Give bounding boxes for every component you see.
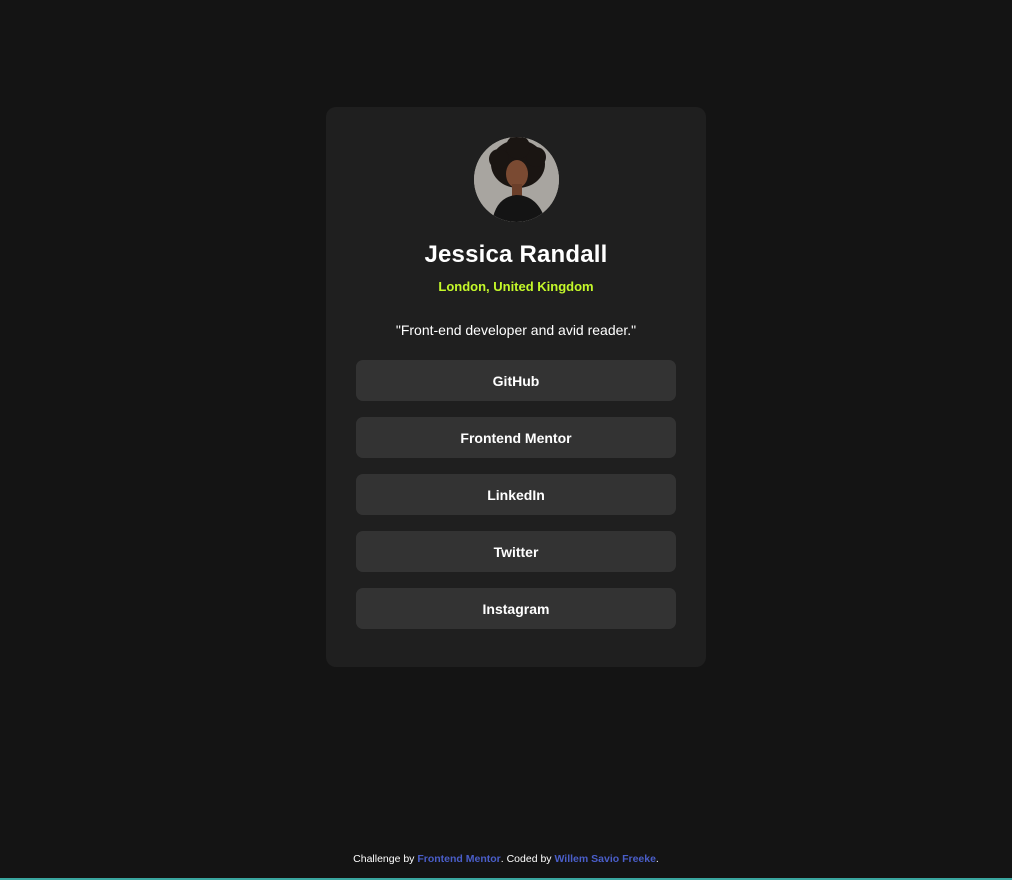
frontend-mentor-credit-link[interactable]: Frontend Mentor xyxy=(417,853,500,865)
social-links: GitHub Frontend Mentor LinkedIn Twitter … xyxy=(356,360,676,645)
linkedin-link-button[interactable]: LinkedIn xyxy=(356,474,676,515)
attribution-middle: . Coded by xyxy=(500,853,555,865)
twitter-link-button[interactable]: Twitter xyxy=(356,531,676,572)
attribution-prefix: Challenge by xyxy=(353,853,418,865)
instagram-link-button[interactable]: Instagram xyxy=(356,588,676,629)
avatar-image xyxy=(474,137,559,222)
avatar xyxy=(474,137,559,222)
github-link-button[interactable]: GitHub xyxy=(356,360,676,401)
frontend-mentor-link-button[interactable]: Frontend Mentor xyxy=(356,417,676,458)
author-credit-link[interactable]: Willem Savio Freeke xyxy=(554,853,655,865)
profile-location: London, United Kingdom xyxy=(438,279,594,294)
profile-bio: "Front-end developer and avid reader." xyxy=(395,322,637,338)
attribution: Challenge by Frontend Mentor. Coded by W… xyxy=(0,853,1012,865)
attribution-suffix: . xyxy=(655,853,659,865)
profile-name: Jessica Randall xyxy=(424,241,608,268)
profile-card: Jessica Randall London, United Kingdom "… xyxy=(326,107,706,667)
